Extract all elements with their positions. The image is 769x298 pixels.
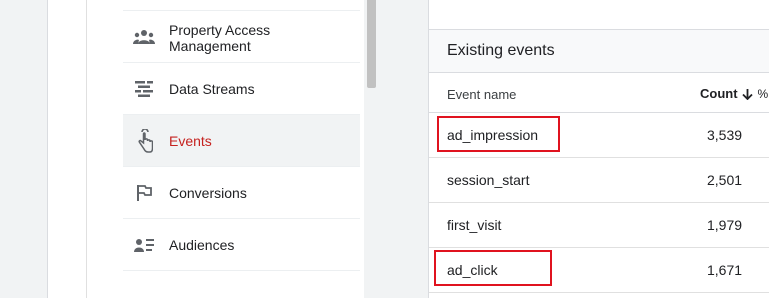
event-count: 1,979 <box>707 217 743 233</box>
arrow-down-icon <box>741 88 753 100</box>
menu-label-conversions: Conversions <box>169 184 247 201</box>
table-row[interactable]: session_start 2,501 <box>429 158 769 203</box>
column-header-count-label: Count <box>700 86 738 101</box>
touch-icon <box>133 128 155 153</box>
ga-admin-page: Property Access Management Data Streams <box>0 0 769 298</box>
column-header-count[interactable]: Count % <box>700 86 768 101</box>
highlight-box-ad-impression <box>437 116 560 152</box>
menu-label-audiences: Audiences <box>169 236 235 253</box>
menu-scrollbar-thumb[interactable] <box>367 0 376 88</box>
highlight-box-ad-click <box>434 250 552 286</box>
event-count: 2,501 <box>707 172 743 188</box>
event-name[interactable]: session_start <box>447 172 529 188</box>
property-menu: Property Access Management Data Streams <box>123 0 360 271</box>
menu-top-spacer <box>123 0 360 11</box>
flag-icon <box>133 182 155 204</box>
data-streams-icon <box>133 78 155 100</box>
menu-label-line1: Property Access <box>169 22 271 38</box>
events-top-bar <box>429 0 769 30</box>
menu-item-property-access-management[interactable]: Property Access Management <box>123 11 360 63</box>
existing-events-header: Existing events <box>429 30 769 73</box>
menu-label-events: Events <box>169 132 212 149</box>
existing-events-title: Existing events <box>447 42 555 59</box>
menu-item-events[interactable]: Events <box>123 115 360 167</box>
left-gutter <box>0 0 47 298</box>
menu-item-conversions[interactable]: Conversions <box>123 167 360 219</box>
event-count: 1,671 <box>707 262 743 278</box>
menu-item-audiences[interactable]: Audiences <box>123 219 360 271</box>
events-table-header: Event name Count % <box>429 73 769 113</box>
column-header-event-name[interactable]: Event name <box>447 87 516 102</box>
column-header-percent[interactable]: % <box>758 87 769 101</box>
menu-label-property-access: Property Access Management <box>169 22 270 54</box>
audience-icon <box>133 234 155 256</box>
event-name[interactable]: first_visit <box>447 217 501 233</box>
menu-item-data-streams[interactable]: Data Streams <box>123 63 360 115</box>
table-row[interactable]: first_visit 1,979 <box>429 203 769 248</box>
panel-divider <box>86 0 87 298</box>
menu-label-line2: Management <box>169 38 251 54</box>
people-icon <box>133 26 155 48</box>
event-count: 3,539 <box>707 127 743 143</box>
menu-label-data-streams: Data Streams <box>169 80 255 97</box>
